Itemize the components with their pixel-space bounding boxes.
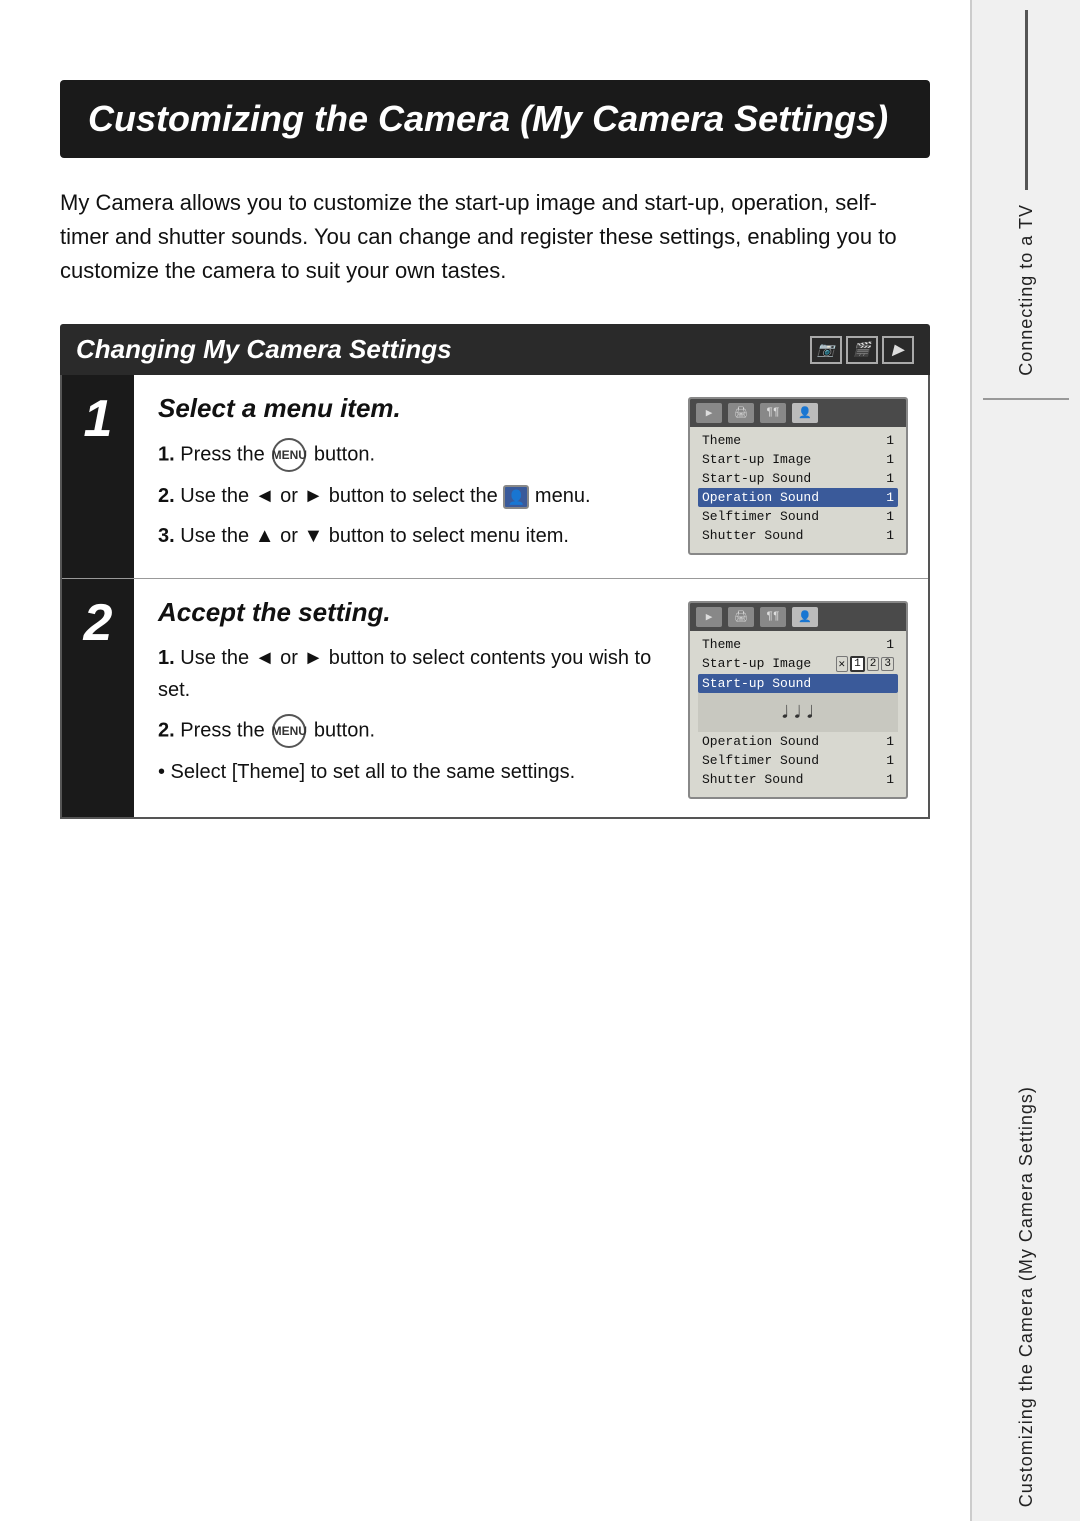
menu-label-selftimer: Selftimer Sound	[702, 509, 819, 524]
step-2-number: 2	[84, 597, 113, 649]
screen-tab-play: ▶	[696, 403, 722, 423]
screen-1-body: Theme 1 Start-up Image 1 Start-up Sound …	[690, 427, 906, 553]
section-header-label: Changing My Camera Settings	[76, 334, 452, 365]
menu-value-startup-sound: 1	[886, 471, 894, 486]
menu-label-theme: Theme	[702, 433, 741, 448]
img-opt-2: 2	[867, 657, 880, 671]
screen2-value-shutter: 1	[886, 772, 894, 787]
step-2-bullet: • Select [Theme] to set all to the same …	[158, 756, 668, 788]
step-1: 1 Select a menu item. 1. Press the MENU …	[62, 375, 928, 579]
menu-row-startup-sound: Start-up Sound 1	[698, 469, 898, 488]
sidebar-divider	[983, 398, 1069, 400]
screen2-row-theme: Theme 1	[698, 635, 898, 654]
step-2-title: Accept the setting.	[158, 597, 668, 628]
screen2-row-startup-image: Start-up Image ✕ 1 2 3	[698, 654, 898, 674]
step-1-screen: ▶ 🖨 ¶¶ 👤 Theme 1 Start-up Image 1	[688, 397, 908, 555]
my-camera-icon-1: 👤	[503, 485, 529, 509]
screen2-label-shutter: Shutter Sound	[702, 772, 803, 787]
step-2-number-col: 2	[62, 579, 134, 817]
menu-button-icon-2: MENU	[272, 714, 306, 748]
menu-value-shutter: 1	[886, 528, 894, 543]
section-header: Changing My Camera Settings 📷 🎬 ▶	[60, 324, 930, 375]
page-title: Customizing the Camera (My Camera Settin…	[60, 80, 930, 158]
screen-2-tab-settings: ¶¶	[760, 607, 786, 627]
screen-2-body: Theme 1 Start-up Image ✕ 1 2 3	[690, 631, 906, 797]
step-1-title: Select a menu item.	[158, 393, 668, 424]
mode-icons: 📷 🎬 ▶	[810, 336, 914, 364]
menu-label-startup-image: Start-up Image	[702, 452, 811, 467]
mode-icon-play: ▶	[882, 336, 914, 364]
screen2-label-theme: Theme	[702, 637, 741, 652]
step-1-number: 1	[84, 393, 113, 445]
step-1-instructions: 1. Press the MENU button. 2. Use the ◄ o…	[158, 438, 668, 552]
step-1-content: Select a menu item. 1. Press the MENU bu…	[134, 375, 928, 578]
screen-tab-print: 🖨	[728, 403, 754, 423]
sidebar-text-customizing: Customizing the Camera (My Camera Settin…	[1016, 408, 1037, 1521]
screen2-label-startup-sound: Start-up Sound	[702, 676, 811, 691]
step-1-inst-3: 3. Use the ▲ or ▼ button to select menu …	[158, 520, 668, 552]
step-2: 2 Accept the setting. 1. Use the ◄ or ► …	[62, 579, 928, 817]
menu-row-selftimer: Selftimer Sound 1	[698, 507, 898, 526]
mode-icon-video: 🎬	[846, 336, 878, 364]
menu-row-operation-sound: Operation Sound 1	[698, 488, 898, 507]
right-sidebar: Connecting to a TV Customizing the Camer…	[970, 0, 1080, 1521]
screen-tab-mycam: 👤	[792, 403, 818, 423]
screen2-value-selftimer: 1	[886, 753, 894, 768]
sidebar-rule-top	[1025, 10, 1028, 190]
sidebar-text-connecting: Connecting to a TV	[1016, 190, 1037, 390]
screen2-label-selftimer: Selftimer Sound	[702, 753, 819, 768]
menu-button-icon-1: MENU	[272, 438, 306, 472]
screen-2-tab-print: 🖨	[728, 607, 754, 627]
menu-label-startup-sound: Start-up Sound	[702, 471, 811, 486]
menu-row-theme: Theme 1	[698, 431, 898, 450]
screen2-value-operation-sound: 1	[886, 734, 894, 749]
step-1-inst-2: 2. Use the ◄ or ► button to select the 👤…	[158, 480, 668, 512]
step-2-content: Accept the setting. 1. Use the ◄ or ► bu…	[134, 579, 928, 817]
screen-tab-settings: ¶¶	[760, 403, 786, 423]
menu-row-shutter: Shutter Sound 1	[698, 526, 898, 545]
screen2-row-shutter: Shutter Sound 1	[698, 770, 898, 789]
menu-value-startup-image: 1	[886, 452, 894, 467]
menu-label-shutter: Shutter Sound	[702, 528, 803, 543]
screen-2-header: ▶ 🖨 ¶¶ 👤	[690, 603, 906, 631]
step-1-inst-1: 1. Press the MENU button.	[158, 438, 668, 472]
screen2-label-operation-sound: Operation Sound	[702, 734, 819, 749]
step-2-inst-1: 1. Use the ◄ or ► button to select conte…	[158, 642, 668, 706]
screen-1-header: ▶ 🖨 ¶¶ 👤	[690, 399, 906, 427]
startup-image-options: ✕ 1 2 3	[836, 656, 894, 672]
screen-2-tab-mycam: 👤	[792, 607, 818, 627]
screen2-row-operation-sound: Operation Sound 1	[698, 732, 898, 751]
screen-2-tab-play: ▶	[696, 607, 722, 627]
screen2-value-theme: 1	[886, 637, 894, 652]
screen2-row-selftimer: Selftimer Sound 1	[698, 751, 898, 770]
menu-label-operation-sound: Operation Sound	[702, 490, 819, 505]
sound-preview: ♩♩♩	[698, 693, 898, 732]
img-opt-1: 1	[850, 656, 865, 672]
main-content: Customizing the Camera (My Camera Settin…	[0, 0, 970, 1521]
step-2-screen: ▶ 🖨 ¶¶ 👤 Theme 1 Start-up Image	[688, 601, 908, 799]
step-2-instructions: 1. Use the ◄ or ► button to select conte…	[158, 642, 668, 788]
step-2-text: Accept the setting. 1. Use the ◄ or ► bu…	[158, 597, 668, 799]
step-2-inst-2: 2. Press the MENU button.	[158, 714, 668, 748]
steps-container: 1 Select a menu item. 1. Press the MENU …	[60, 375, 930, 819]
img-opt-x: ✕	[836, 656, 849, 672]
step-1-number-col: 1	[62, 375, 134, 578]
img-opt-3: 3	[881, 657, 894, 671]
screen2-row-startup-sound: Start-up Sound	[698, 674, 898, 693]
intro-paragraph: My Camera allows you to customize the st…	[60, 186, 920, 288]
mode-icon-camera: 📷	[810, 336, 842, 364]
menu-value-operation-sound: 1	[886, 490, 894, 505]
menu-value-selftimer: 1	[886, 509, 894, 524]
screen2-label-startup-image: Start-up Image	[702, 656, 811, 672]
step-1-text: Select a menu item. 1. Press the MENU bu…	[158, 393, 668, 560]
menu-value-theme: 1	[886, 433, 894, 448]
menu-row-startup-image: Start-up Image 1	[698, 450, 898, 469]
